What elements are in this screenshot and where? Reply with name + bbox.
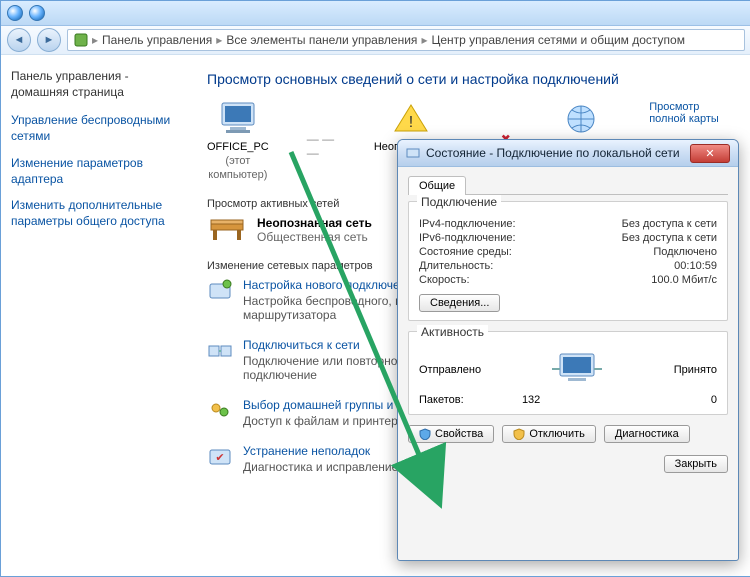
sidebar-heading: Панель управления - домашняя страница [11, 69, 179, 100]
dialog-action-row: Свойства Отключить Диагностика [408, 425, 728, 443]
nav-toolbar: ◄ ► ▸ Панель управления ▸ Все элементы п… [1, 26, 750, 55]
shield-icon [513, 428, 525, 440]
packets-recv: 0 [711, 394, 717, 406]
forward-button[interactable]: ► [37, 28, 61, 52]
dialog-title: Состояние - Подключение по локальной сет… [426, 146, 680, 160]
orb-icon [7, 5, 23, 21]
properties-button[interactable]: Свойства [408, 425, 494, 443]
orb-icon [29, 5, 45, 21]
window-titlebar [1, 1, 750, 26]
details-button[interactable]: Сведения... [419, 294, 500, 312]
activity-group: Активность Отправлено Принято Пакето [408, 331, 728, 415]
sidebar-link-sharing[interactable]: Изменить дополнительные параметры общего… [11, 197, 179, 229]
activity-sent-label: Отправлено [419, 364, 481, 376]
page-title: Просмотр основных сведений о сети и наст… [207, 71, 733, 87]
homegroup-icon [207, 398, 233, 424]
globe-icon [559, 101, 603, 137]
active-net-title: Неопознанная сеть [257, 216, 372, 230]
bench-icon [207, 216, 247, 244]
dialog-titlebar[interactable]: Состояние - Подключение по локальной сет… [398, 140, 738, 167]
sidebar: Панель управления - домашняя страница Уп… [1, 55, 189, 577]
breadcrumb-2[interactable]: Все элементы панели управления [226, 33, 417, 47]
diagnose-button[interactable]: Диагностика [604, 425, 690, 443]
sidebar-link-adapter[interactable]: Изменение параметров адаптера [11, 155, 179, 187]
activity-icon [550, 352, 604, 388]
breadcrumb-3[interactable]: Центр управления сетями и общим доступом [431, 33, 685, 47]
warning-icon: ! [389, 101, 433, 137]
control-panel-icon [74, 33, 88, 47]
activity-recv-label: Принято [674, 364, 717, 376]
breadcrumb-1[interactable]: Панель управления [102, 33, 212, 47]
status-dialog: Состояние - Подключение по локальной сет… [397, 139, 739, 561]
pc-icon [216, 101, 260, 137]
address-bar[interactable]: ▸ Панель управления ▸ Все элементы панел… [67, 29, 745, 51]
close-icon[interactable]: ✕ [690, 144, 730, 163]
connect-icon [207, 338, 233, 364]
connection-icon [207, 278, 233, 304]
back-button[interactable]: ◄ [7, 28, 31, 52]
explorer-window: ◄ ► ▸ Панель управления ▸ Все элементы п… [0, 0, 750, 577]
node-this-pc[interactable]: OFFICE_PC(этот компьютер) [207, 101, 269, 182]
svg-text:✔: ✔ [215, 452, 224, 464]
packets-sent: 132 [522, 394, 540, 406]
shield-icon [419, 428, 431, 440]
tab-general[interactable]: Общие [408, 176, 466, 195]
disable-button[interactable]: Отключить [502, 425, 596, 443]
full-map-link[interactable]: Просмотр полной карты [649, 101, 733, 125]
active-net-sub: Общественная сеть [257, 230, 372, 244]
dialog-tabs: Общие [408, 175, 728, 195]
troubleshoot-icon: ✔ [207, 444, 233, 470]
close-button[interactable]: Закрыть [664, 455, 728, 473]
sidebar-link-wireless[interactable]: Управление беспроводными сетями [11, 112, 179, 144]
packets-label: Пакетов: [419, 394, 464, 406]
nic-icon [406, 146, 420, 160]
svg-text:!: ! [408, 114, 412, 131]
connection-group: Подключение IPv4-подключение:Без доступа… [408, 201, 728, 321]
